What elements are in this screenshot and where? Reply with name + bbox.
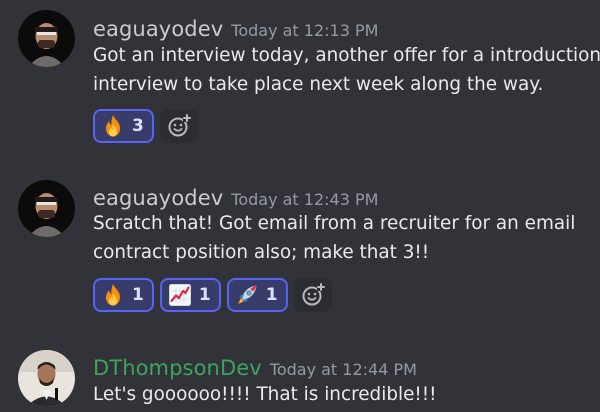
add-reaction-button[interactable] [159, 109, 198, 143]
timestamp: Today at 12:43 PM [231, 190, 379, 209]
smile-plus-icon [302, 283, 325, 306]
smile-plus-icon [168, 114, 191, 137]
message-content: Got an interview today, another offer fo… [93, 41, 600, 99]
message-content: Scratch that! Got email from a recruiter… [93, 209, 593, 267]
message-group: eaguayodev Today at 12:13 PM Got an inter… [0, 0, 600, 150]
rocket-icon [237, 285, 257, 304]
username[interactable]: eaguayodev [93, 17, 223, 41]
reaction-fire[interactable]: 1 [93, 278, 154, 312]
message-content: Let's goooooo!!!! That is incredible!!! [93, 380, 593, 409]
reaction-count: 1 [132, 285, 144, 305]
chart-increasing-icon [168, 284, 191, 306]
message-line: interview to take place next week along … [93, 74, 544, 95]
add-reaction-button[interactable] [293, 278, 332, 312]
timestamp: Today at 12:44 PM [269, 360, 417, 379]
message-line: Got an interview today, another offer fo… [93, 45, 600, 66]
avatar[interactable] [18, 180, 75, 237]
username[interactable]: eaguayodev [93, 186, 223, 210]
timestamp: Today at 12:13 PM [231, 21, 379, 40]
message-header: DThompsonDev Today at 12:44 PM [93, 356, 417, 380]
message-group: DThompsonDev Today at 12:44 PM Let's gooo… [0, 340, 600, 412]
message-line: Scratch that! Got email from a recruiter… [93, 213, 576, 234]
reactions-bar: 3 [93, 109, 198, 147]
message-header: eaguayodev Today at 12:13 PM [93, 17, 378, 41]
reaction-count: 1 [198, 285, 211, 305]
message-header: eaguayodev Today at 12:43 PM [93, 186, 378, 210]
avatar[interactable] [18, 10, 75, 67]
message-group: eaguayodev Today at 12:43 PM Scratch that… [0, 170, 600, 330]
reactions-bar: 1 1 1 [93, 278, 332, 316]
message-line: Let's goooooo!!!! That is incredible!!! [93, 384, 437, 405]
fire-icon [106, 115, 120, 137]
reaction-count: 3 [132, 116, 144, 136]
fire-icon [106, 284, 120, 306]
message-line: contract position also; make that 3!! [93, 242, 430, 263]
reaction-chart-increasing[interactable]: 1 [159, 278, 221, 312]
chat-message-list: eaguayodev Today at 12:13 PM Got an inter… [0, 0, 600, 412]
username[interactable]: DThompsonDev [93, 356, 262, 380]
reaction-count: 1 [265, 285, 278, 305]
reaction-rocket[interactable]: 1 [226, 278, 288, 312]
avatar[interactable] [18, 350, 75, 407]
reaction-fire[interactable]: 3 [93, 109, 154, 143]
